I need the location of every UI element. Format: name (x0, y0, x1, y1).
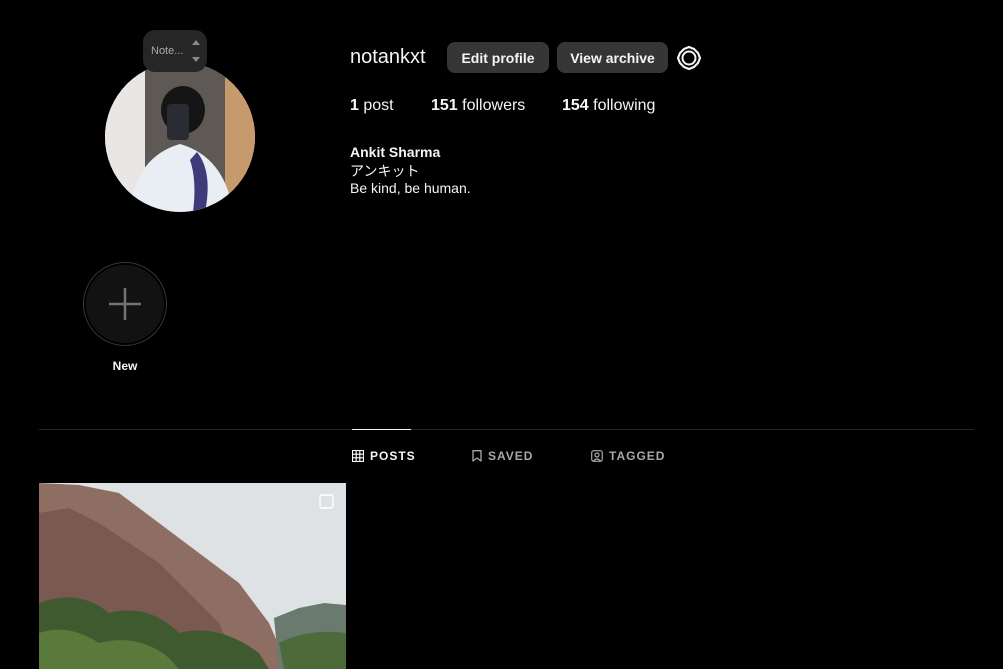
grid-icon (352, 450, 364, 462)
profile-username: notankxt (350, 46, 426, 68)
tagged-user-icon (591, 450, 603, 462)
edit-profile-button[interactable]: Edit profile (447, 42, 549, 73)
stat-following[interactable]: 154 following (562, 97, 655, 115)
following-label: following (593, 97, 656, 114)
note-stepper[interactable] (191, 40, 201, 62)
note-input[interactable]: Note... (143, 30, 207, 72)
chevron-down-icon[interactable] (192, 57, 200, 62)
bio-full-name: Ankit Sharma (350, 144, 441, 160)
posts-count: 1 (350, 97, 359, 114)
tab-saved-label: SAVED (488, 449, 534, 463)
chevron-up-icon[interactable] (192, 40, 200, 45)
gear-icon[interactable] (676, 45, 702, 71)
followers-label: followers (462, 97, 526, 114)
active-tab-indicator (352, 429, 411, 430)
tab-saved[interactable]: SAVED (472, 449, 533, 463)
posts-label: post (363, 97, 394, 114)
post-image (39, 483, 346, 669)
profile-avatar[interactable] (105, 62, 255, 212)
bookmark-icon (472, 450, 482, 462)
tab-tagged-label: TAGGED (609, 449, 666, 463)
followers-count: 151 (431, 97, 458, 114)
following-count: 154 (562, 97, 589, 114)
stat-followers[interactable]: 151 followers (431, 97, 525, 115)
new-highlight-label: New (112, 359, 138, 373)
avatar-photo (105, 62, 255, 212)
view-archive-button[interactable]: View archive (557, 42, 668, 73)
new-highlight-button[interactable] (83, 262, 167, 346)
bio-text: Be kind, be human. (350, 180, 471, 196)
note-placeholder: Note... (151, 45, 184, 57)
tab-posts[interactable]: POSTS (352, 449, 416, 463)
bio-alias: アンキット (350, 163, 420, 179)
stat-posts: 1 post (350, 97, 394, 115)
post-thumbnail[interactable] (39, 483, 346, 669)
tab-posts-label: POSTS (370, 449, 416, 463)
tab-tagged[interactable]: TAGGED (591, 449, 665, 463)
plus-icon (109, 288, 141, 320)
tabs-divider (39, 429, 974, 430)
